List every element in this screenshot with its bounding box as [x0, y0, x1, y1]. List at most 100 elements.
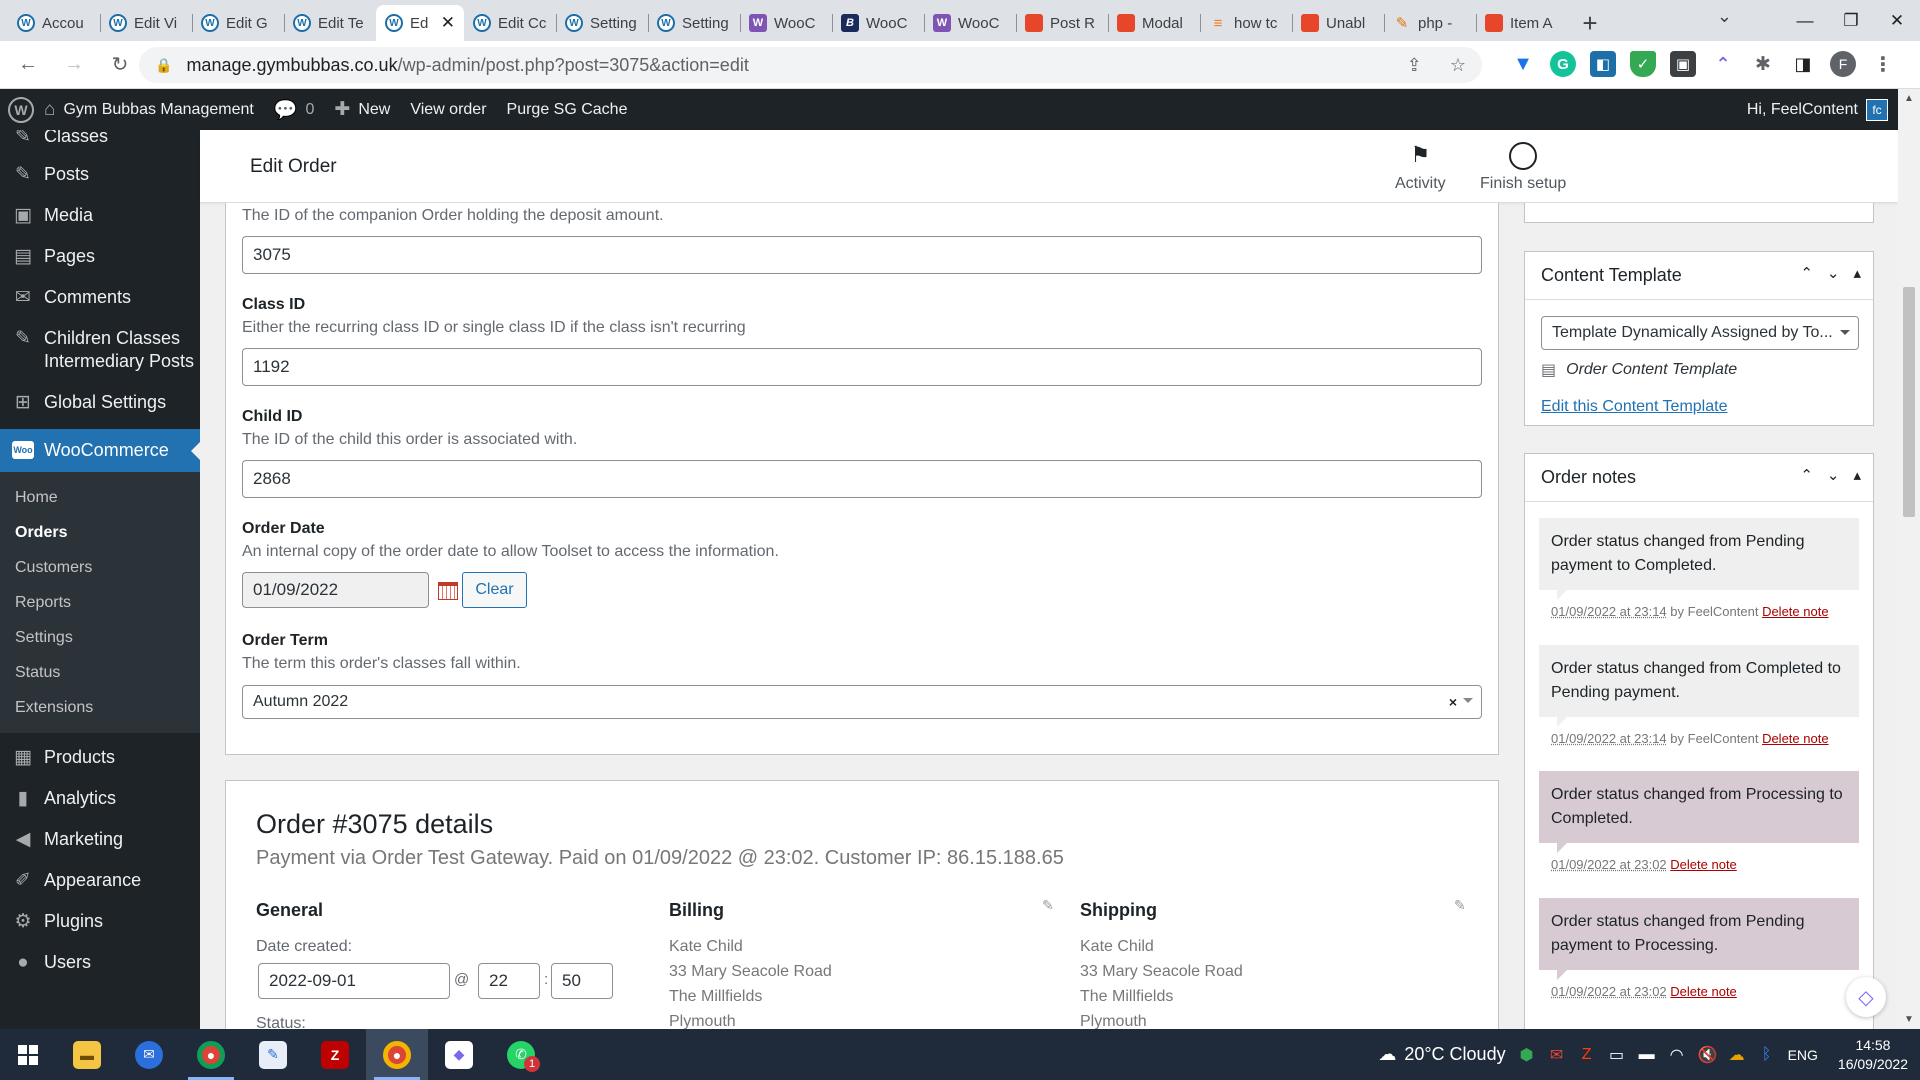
- side-panel-icon[interactable]: ◨: [1790, 51, 1816, 77]
- sidebar-item-analytics[interactable]: ▮ Analytics: [0, 778, 200, 819]
- delete-note-link[interactable]: Delete note: [1670, 857, 1737, 872]
- move-down-chevron-icon[interactable]: ⌄: [1827, 466, 1840, 484]
- move-down-chevron-icon[interactable]: ⌄: [1827, 264, 1840, 282]
- clickup-floating-button[interactable]: ◇: [1846, 977, 1886, 1017]
- browser-tab[interactable]: W Edit Vi: [100, 5, 192, 41]
- admin-bar-view-order[interactable]: View order: [400, 89, 496, 130]
- lock-icon[interactable]: 🔒: [155, 57, 172, 74]
- browser-tab[interactable]: Post R: [1016, 5, 1108, 41]
- tray-app-icon[interactable]: ✉: [1548, 1045, 1566, 1065]
- minute-input[interactable]: 50: [551, 963, 613, 999]
- file-explorer-app[interactable]: ▬: [56, 1029, 118, 1080]
- content-template-select[interactable]: Template Dynamically Assigned by To...: [1541, 316, 1859, 350]
- admin-bar-comments[interactable]: 💬 0: [264, 89, 325, 130]
- clear-selection-icon[interactable]: ×: [1449, 694, 1457, 710]
- filezilla-app[interactable]: Z: [304, 1029, 366, 1080]
- browser-tab[interactable]: Unabl: [1292, 5, 1384, 41]
- child-id-input[interactable]: 2868: [242, 460, 1482, 498]
- sidebar-item-pages[interactable]: ▤ Pages: [0, 236, 200, 277]
- browser-tab[interactable]: ✎ php -: [1384, 5, 1476, 41]
- sidebar-item-media[interactable]: ▣ Media: [0, 195, 200, 236]
- hour-input[interactable]: 22: [478, 963, 540, 999]
- sidebar-item-products[interactable]: ▦ Products: [0, 737, 200, 778]
- sidebar-subitem-orders[interactable]: Orders: [0, 515, 200, 550]
- chrome-app-1[interactable]: ●: [180, 1029, 242, 1080]
- wordpress-logo-icon[interactable]: W: [8, 96, 34, 123]
- tray-filezilla-icon[interactable]: Z: [1578, 1046, 1596, 1064]
- finish-setup-button[interactable]: Finish setup: [1480, 142, 1566, 193]
- close-window-icon[interactable]: ✕: [1874, 0, 1920, 41]
- sidebar-item-global[interactable]: ⊞ Global Settings: [0, 382, 200, 423]
- move-up-chevron-icon[interactable]: ⌃: [1800, 264, 1813, 282]
- sidebar-subitem-home[interactable]: Home: [0, 480, 200, 515]
- terminal-extension-icon[interactable]: ▣: [1670, 51, 1696, 77]
- browser-tab[interactable]: W Ed ✕: [376, 5, 464, 41]
- tray-cloud-icon[interactable]: ☁: [1728, 1045, 1746, 1065]
- language-indicator[interactable]: ENG: [1788, 1047, 1818, 1063]
- start-button[interactable]: [0, 1029, 56, 1080]
- reload-icon[interactable]: ↻: [102, 47, 138, 83]
- activity-button[interactable]: ⚑ Activity: [1395, 142, 1446, 193]
- sidebar-item-comments[interactable]: ✉ Comments: [0, 277, 200, 318]
- delete-note-link[interactable]: Delete note: [1762, 604, 1829, 619]
- browser-tab[interactable]: W WooC: [924, 5, 1016, 41]
- clipper-extension-icon[interactable]: ◧: [1590, 51, 1616, 77]
- vue-devtools-icon[interactable]: ▼: [1510, 51, 1536, 77]
- minimize-icon[interactable]: —: [1782, 0, 1828, 41]
- tray-monitor-icon[interactable]: ▭: [1608, 1045, 1626, 1065]
- edit-shipping-pencil-icon[interactable]: ✎: [1454, 897, 1466, 914]
- admin-bar-site[interactable]: ⌂ Gym Bubbas Management: [34, 89, 264, 130]
- forward-arrow-icon[interactable]: →: [56, 47, 92, 83]
- shield-icon[interactable]: ✓: [1630, 51, 1656, 77]
- clear-date-button[interactable]: Clear: [462, 572, 527, 608]
- browser-tab[interactable]: W Edit G: [192, 5, 284, 41]
- sidebar-subitem-status[interactable]: Status: [0, 655, 200, 690]
- admin-bar-account[interactable]: Hi, FeelContent fc: [1747, 98, 1888, 121]
- delete-note-link[interactable]: Delete note: [1762, 731, 1829, 746]
- wifi-icon[interactable]: ◠: [1668, 1045, 1686, 1065]
- date-created-input[interactable]: 2022-09-01: [258, 963, 450, 999]
- tab-search-chevron-icon[interactable]: ⌄: [1717, 6, 1732, 27]
- deposit-order-id-input[interactable]: 3075: [242, 236, 1482, 274]
- edit-content-template-link[interactable]: Edit this Content Template: [1541, 398, 1727, 416]
- collapse-triangle-icon[interactable]: ▴: [1853, 466, 1861, 484]
- clock[interactable]: 14:58 16/09/2022: [1838, 1036, 1908, 1074]
- grammarly-icon[interactable]: G: [1550, 51, 1576, 77]
- sidebar-item-users[interactable]: ● Users: [0, 942, 200, 983]
- volume-mute-icon[interactable]: 🔇: [1698, 1045, 1718, 1065]
- sidebar-subitem-settings[interactable]: Settings: [0, 620, 200, 655]
- sidebar-item-posts[interactable]: ✎ Posts: [0, 154, 200, 195]
- delete-note-link[interactable]: Delete note: [1670, 984, 1737, 999]
- tray-shield-icon[interactable]: ⬢: [1518, 1045, 1536, 1065]
- browser-tab[interactable]: W Setting: [556, 5, 648, 41]
- sidebar-subitem-extensions[interactable]: Extensions: [0, 690, 200, 725]
- browser-tab[interactable]: W WooC: [740, 5, 832, 41]
- clickup-extension-icon[interactable]: ⌃: [1710, 51, 1736, 77]
- edit-billing-pencil-icon[interactable]: ✎: [1042, 897, 1054, 914]
- sidebar-item-appearance[interactable]: ✐ Appearance: [0, 860, 200, 901]
- profile-avatar[interactable]: F: [1830, 51, 1856, 77]
- thunderbird-app[interactable]: ✉: [118, 1029, 180, 1080]
- order-term-select[interactable]: Autumn 2022 ×: [242, 685, 1482, 719]
- scrollbar-thumb[interactable]: [1903, 287, 1915, 517]
- browser-tab[interactable]: Item A: [1476, 5, 1568, 41]
- close-tab-icon[interactable]: ✕: [441, 13, 455, 33]
- puzzle-extensions-icon[interactable]: ✱: [1750, 51, 1776, 77]
- restore-icon[interactable]: ❐: [1828, 0, 1874, 41]
- order-date-input[interactable]: 01/09/2022: [242, 572, 429, 608]
- scroll-down-arrow-icon[interactable]: ▼: [1904, 1014, 1914, 1025]
- browser-tab[interactable]: W Edit Cc: [464, 5, 556, 41]
- move-up-chevron-icon[interactable]: ⌃: [1800, 466, 1813, 484]
- browser-tab[interactable]: Modal: [1108, 5, 1200, 41]
- weather-widget[interactable]: ☁ 20°C Cloudy: [1378, 1044, 1505, 1065]
- sidebar-item-marketing[interactable]: ◀ Marketing: [0, 819, 200, 860]
- sidebar-item-woocommerce[interactable]: Woo WooCommerce: [0, 429, 200, 472]
- browser-tab[interactable]: W Setting: [648, 5, 740, 41]
- admin-bar-new[interactable]: ✚ New: [324, 89, 400, 130]
- tray-battery-icon[interactable]: ▬: [1638, 1046, 1656, 1064]
- sidebar-item-classes[interactable]: ✎ Classes: [0, 130, 200, 154]
- bluetooth-icon[interactable]: ᛒ: [1758, 1046, 1776, 1064]
- chrome-app-2[interactable]: ●: [366, 1029, 428, 1080]
- collapse-triangle-icon[interactable]: ▴: [1853, 264, 1861, 282]
- address-bar[interactable]: 🔒 manage.gymbubbas.co.uk/wp-admin/post.p…: [139, 47, 1482, 83]
